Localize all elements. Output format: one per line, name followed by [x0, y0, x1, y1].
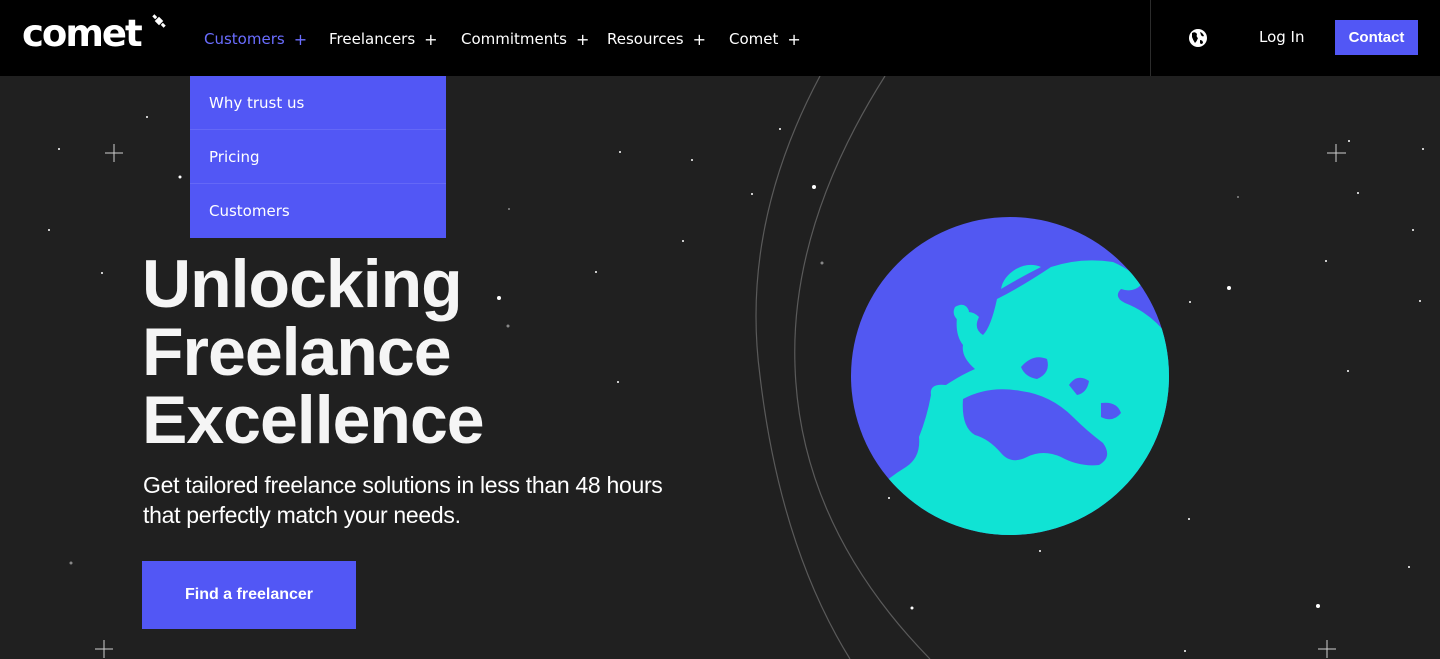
nav-item-comet[interactable]: Comet + [729, 28, 809, 50]
dropdown-item-why-trust-us[interactable]: Why trust us [190, 76, 446, 130]
nav-item-label: Commitments [461, 30, 567, 48]
globe-icon[interactable] [1188, 28, 1208, 48]
nav-item-customers[interactable]: Customers + [204, 28, 329, 50]
nav-item-commitments[interactable]: Commitments + [461, 28, 607, 50]
dropdown-item-pricing[interactable]: Pricing [190, 130, 446, 184]
satellite-icon [152, 14, 166, 28]
hero-title: Unlocking Freelance Excellence [142, 246, 485, 458]
plus-icon: + [787, 29, 801, 49]
dropdown-item-customers[interactable]: Customers [190, 184, 446, 238]
hero-subtitle: Get tailored freelance solutions in less… [143, 472, 663, 528]
find-freelancer-button[interactable]: Find a freelancer [142, 561, 356, 629]
plus-icon: + [692, 29, 707, 49]
comet-logo[interactable]: comet [22, 12, 170, 56]
nav-item-label: Comet [729, 30, 779, 48]
earth-globe-illustration [851, 217, 1169, 535]
hero-title-line: Freelance [142, 314, 452, 390]
plus-icon: + [293, 29, 308, 49]
logo-wordmark: comet [22, 12, 143, 55]
plus-icon: + [424, 29, 438, 49]
header-divider [1150, 0, 1151, 76]
customers-dropdown-menu: Why trust us Pricing Customers [190, 76, 446, 238]
nav-item-resources[interactable]: Resources + [607, 28, 729, 50]
top-navigation-bar: comet Customers + Freelancers + Commitme… [0, 0, 1440, 76]
main-nav: Customers + Freelancers + Commitments + … [204, 28, 809, 50]
hero-title-line: Excellence [142, 382, 485, 458]
nav-item-freelancers[interactable]: Freelancers + [329, 28, 461, 50]
login-link[interactable]: Log In [1259, 28, 1305, 46]
plus-icon: + [575, 29, 590, 49]
nav-item-label: Freelancers [329, 30, 416, 48]
contact-button[interactable]: Contact [1335, 20, 1418, 55]
nav-item-label: Customers [204, 30, 285, 48]
nav-item-label: Resources [607, 30, 684, 48]
hero-title-line: Unlocking [142, 246, 463, 322]
